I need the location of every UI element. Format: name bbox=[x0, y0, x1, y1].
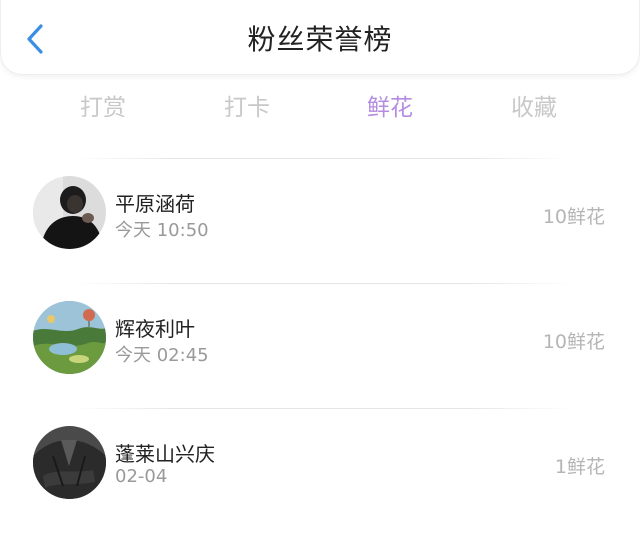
tab-reward[interactable]: 打赏 bbox=[80, 88, 126, 122]
fan-honor-page: 粉丝荣誉榜 打赏 打卡 鲜花 收藏 平原涵荷 今天 10:50 10鲜花 辉夜利… bbox=[0, 0, 640, 534]
tab-favorites[interactable]: 收藏 bbox=[511, 88, 557, 122]
top-bar: 粉丝荣誉榜 bbox=[0, 0, 640, 75]
divider bbox=[72, 158, 572, 159]
divider bbox=[72, 283, 572, 284]
fan-name: 平原涵荷 bbox=[115, 192, 195, 216]
tab-flowers[interactable]: 鲜花 bbox=[367, 88, 413, 122]
flower-count: 1鲜花 bbox=[554, 456, 605, 478]
page-title: 粉丝荣誉榜 bbox=[247, 23, 393, 56]
avatar bbox=[33, 176, 106, 249]
tab-bar: 打赏 打卡 鲜花 收藏 bbox=[0, 88, 640, 128]
divider bbox=[72, 408, 572, 409]
fan-time: 今天 02:45 bbox=[115, 345, 209, 366]
fan-time: 今天 10:50 bbox=[115, 220, 209, 241]
fan-row[interactable]: 蓬莱山兴庆 02-04 1鲜花 bbox=[0, 426, 640, 516]
flower-count: 10鲜花 bbox=[542, 331, 605, 353]
avatar bbox=[33, 301, 106, 374]
flower-count: 10鲜花 bbox=[542, 206, 605, 228]
fan-row[interactable]: 辉夜利叶 今天 02:45 10鲜花 bbox=[0, 301, 640, 391]
fan-name: 辉夜利叶 bbox=[115, 317, 195, 341]
tab-checkin[interactable]: 打卡 bbox=[224, 88, 270, 122]
fan-name: 蓬莱山兴庆 bbox=[115, 442, 215, 466]
fan-time: 02-04 bbox=[115, 466, 168, 487]
avatar bbox=[33, 426, 106, 499]
fan-row[interactable]: 平原涵荷 今天 10:50 10鲜花 bbox=[0, 176, 640, 266]
